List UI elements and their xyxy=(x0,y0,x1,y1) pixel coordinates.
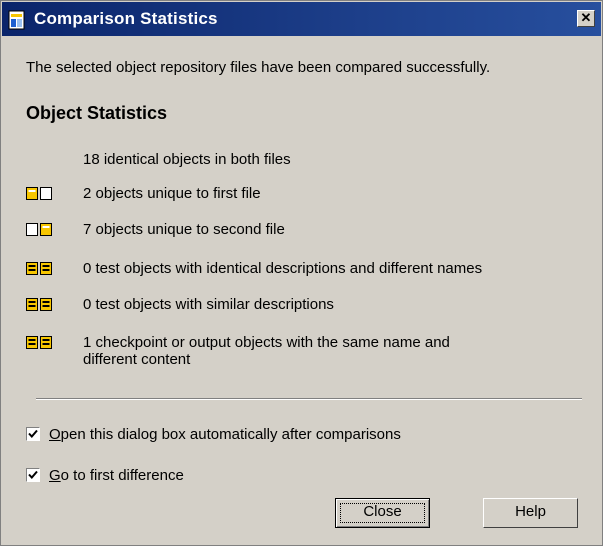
checkmark-icon xyxy=(28,470,38,479)
stat-checkpoint-output: 1 checkpoint or output objects with the … xyxy=(83,334,450,368)
stat-identical-objects: 18 identical objects in both files xyxy=(83,151,291,168)
identical-descriptions-icon xyxy=(26,262,52,275)
go-first-difference-label[interactable]: Go to first difference xyxy=(49,467,184,484)
checkmark-icon xyxy=(28,429,38,438)
unique-first-file-icon xyxy=(26,187,52,200)
result-message: The selected object repository files hav… xyxy=(26,59,491,76)
close-window-button[interactable]: ✕ xyxy=(577,10,595,27)
close-icon: ✕ xyxy=(580,10,592,25)
close-button-label: Close xyxy=(363,503,402,520)
open-dialog-label-rest: pen this dialog box automatically after … xyxy=(60,426,401,443)
stat-checkpoint-line2: different content xyxy=(83,351,191,368)
stat-unique-second: 7 objects unique to second file xyxy=(83,221,285,238)
open-dialog-label[interactable]: Open this dialog box automatically after… xyxy=(49,426,401,443)
title-bar[interactable]: Comparison Statistics ✕ xyxy=(2,2,601,36)
mnemonic-o: O xyxy=(49,426,61,443)
separator xyxy=(36,398,582,400)
object-statistics-heading: Object Statistics xyxy=(26,103,168,123)
dialog-title: Comparison Statistics xyxy=(34,9,218,28)
mnemonic-g: G xyxy=(49,467,61,484)
dialog-document-icon xyxy=(8,10,25,30)
open-dialog-checkbox[interactable] xyxy=(26,427,40,441)
stat-unique-first: 2 objects unique to first file xyxy=(83,185,261,202)
help-button[interactable]: Help xyxy=(483,498,578,528)
checkpoint-output-icon xyxy=(26,336,52,349)
close-button[interactable]: Close xyxy=(335,498,430,528)
stat-checkpoint-line1: 1 checkpoint or output objects with the … xyxy=(83,334,450,351)
stat-similar-descriptions: 0 test objects with similar descriptions xyxy=(83,296,334,313)
help-button-label: Help xyxy=(515,503,546,520)
unique-second-file-icon xyxy=(26,223,52,236)
go-first-difference-label-rest: o to first difference xyxy=(60,467,184,484)
go-first-difference-checkbox[interactable] xyxy=(26,468,40,482)
stat-identical-descriptions: 0 test objects with identical descriptio… xyxy=(83,260,483,277)
comparison-statistics-dialog: Comparison Statistics ✕ The selected obj… xyxy=(0,0,603,546)
similar-descriptions-icon xyxy=(26,298,52,311)
